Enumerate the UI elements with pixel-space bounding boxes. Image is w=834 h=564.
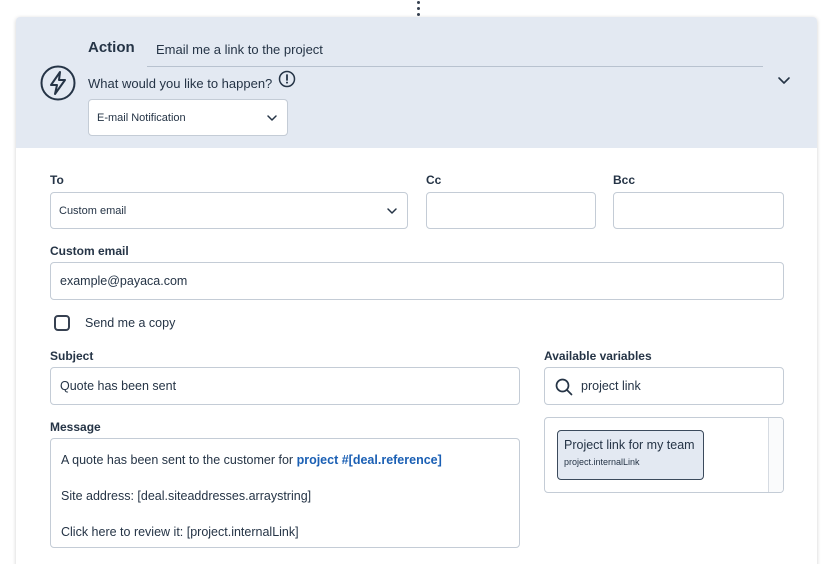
collapse-chevron-icon[interactable] xyxy=(776,72,792,88)
message-line: Site address: [deal.siteaddresses.arrays… xyxy=(61,489,312,503)
custom-email-label: Custom email xyxy=(50,244,129,258)
variables-search[interactable] xyxy=(544,367,784,405)
chevron-down-icon xyxy=(267,114,277,121)
to-select[interactable]: Custom email xyxy=(50,192,408,229)
variables-list: Project link for my team project.interna… xyxy=(544,417,784,493)
available-variables-label: Available variables xyxy=(544,349,652,363)
send-copy-checkbox[interactable] xyxy=(54,315,70,331)
lightning-bolt-icon xyxy=(40,65,76,101)
search-icon xyxy=(555,378,573,396)
message-text: A quote has been sent to the customer fo… xyxy=(61,453,297,467)
action-question: What would you like to happen? xyxy=(88,76,273,91)
message-line: Click here to review it: [project.intern… xyxy=(61,525,299,539)
action-card: Action What would you like to happen? E-… xyxy=(16,17,817,564)
drag-handle-icon[interactable] xyxy=(412,0,424,16)
to-label: To xyxy=(50,173,64,187)
bcc-label: Bcc xyxy=(613,173,636,187)
to-select-value: Custom email xyxy=(59,204,127,217)
variable-chip[interactable]: Project link for my team project.interna… xyxy=(557,430,704,480)
action-type-select[interactable]: E-mail Notification xyxy=(88,99,288,136)
cc-label: Cc xyxy=(426,173,442,187)
message-editor[interactable]: A quote has been sent to the customer fo… xyxy=(50,438,520,548)
message-label: Message xyxy=(50,420,101,434)
send-copy-label: Send me a copy xyxy=(85,316,176,330)
action-card-header: Action What would you like to happen? E-… xyxy=(16,17,817,148)
subject-input[interactable] xyxy=(50,367,520,405)
variable-chip-label: Project link for my team xyxy=(564,438,695,452)
project-reference-link[interactable]: project #[deal.reference] xyxy=(297,453,442,467)
variable-chip-key: project.internalLink xyxy=(564,457,640,467)
variables-scrollbar[interactable] xyxy=(768,418,783,492)
bcc-input[interactable] xyxy=(613,192,784,229)
cc-input[interactable] xyxy=(426,192,596,229)
info-icon[interactable] xyxy=(278,70,296,88)
message-line: A quote has been sent to the customer fo… xyxy=(61,451,509,469)
custom-email-input[interactable] xyxy=(50,262,784,300)
variables-search-input[interactable] xyxy=(581,368,777,404)
subject-label: Subject xyxy=(50,349,94,363)
action-name-input[interactable] xyxy=(147,33,763,67)
chevron-down-icon xyxy=(387,207,397,214)
action-type-value: E-mail Notification xyxy=(97,111,186,124)
action-label: Action xyxy=(88,39,135,56)
